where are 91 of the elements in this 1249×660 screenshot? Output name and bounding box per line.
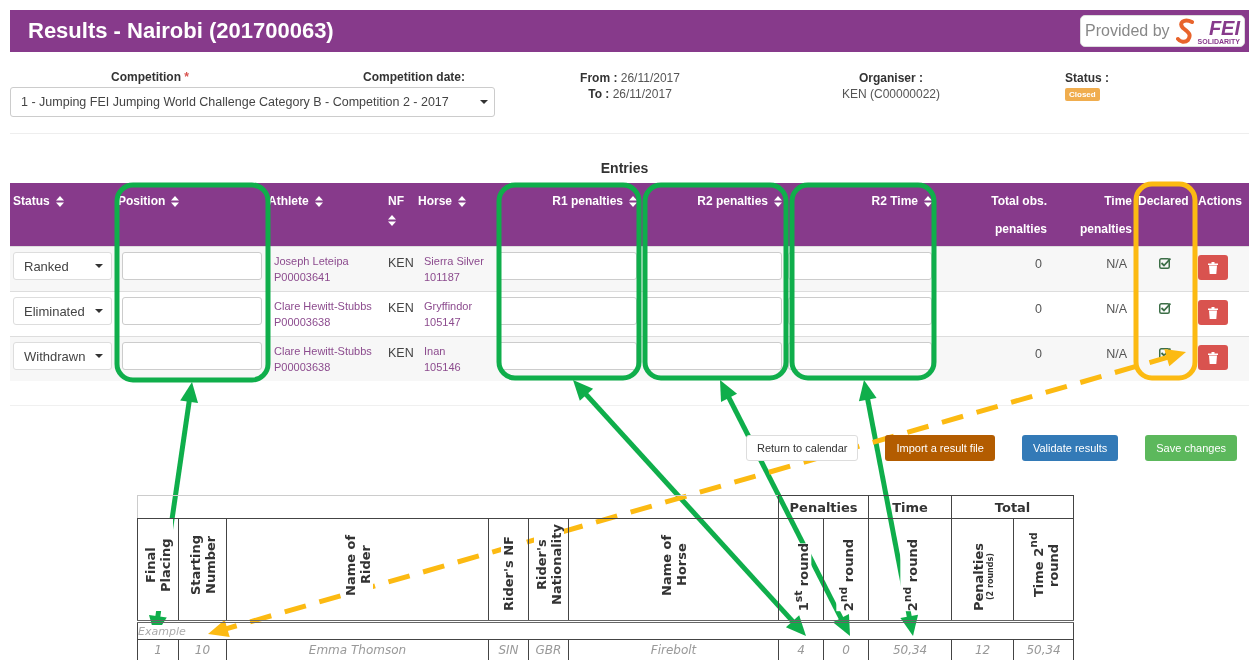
column-header: Time penalties bbox=[1050, 183, 1135, 246]
example-value: GBR bbox=[535, 643, 562, 657]
delete-button[interactable] bbox=[1198, 255, 1228, 280]
sort-icon[interactable] bbox=[458, 195, 466, 207]
example-value: Firebolt bbox=[650, 643, 697, 657]
athlete-link[interactable]: Clare Hewitt-Stubbs bbox=[274, 300, 372, 312]
swirl-logo-icon bbox=[1175, 18, 1196, 44]
sort-icon[interactable] bbox=[55, 195, 64, 207]
athlete-id-link[interactable]: P00003638 bbox=[274, 361, 331, 373]
sort-icon[interactable] bbox=[171, 195, 180, 207]
page-title: Results - Nairobi (201700063) bbox=[28, 18, 334, 44]
nf-text: KEN bbox=[388, 300, 414, 315]
r2-time-input[interactable] bbox=[788, 252, 932, 280]
competition-date-label: Competition date: bbox=[363, 70, 465, 84]
horse-id-link[interactable]: 105146 bbox=[424, 361, 461, 373]
sort-icon[interactable] bbox=[774, 195, 782, 207]
example-value: 4 bbox=[797, 643, 805, 657]
status-badge: Closed bbox=[1065, 88, 1100, 101]
column-header[interactable]: Status bbox=[10, 183, 115, 246]
column-heading: Penalties bbox=[970, 542, 986, 611]
position-input[interactable] bbox=[122, 342, 262, 370]
total-penalties-value: 0 bbox=[1035, 257, 1042, 271]
organiser-label: Organiser : bbox=[858, 70, 924, 86]
example-value: 0 bbox=[842, 643, 850, 657]
athlete-link[interactable]: Joseph Leteipa bbox=[274, 255, 349, 267]
time-penalties-value: N/A bbox=[1106, 347, 1127, 361]
caret-icon bbox=[480, 100, 488, 104]
horse-link[interactable]: Gryffindor bbox=[424, 300, 473, 312]
example-value: 12 bbox=[974, 643, 991, 657]
r2-time-input[interactable] bbox=[788, 342, 932, 370]
total-penalties-value: 0 bbox=[1035, 347, 1042, 361]
time-penalties-value: N/A bbox=[1106, 257, 1127, 271]
column-heading: Final Placing bbox=[143, 519, 173, 611]
logo-text: FEI bbox=[1208, 17, 1240, 38]
delete-button[interactable] bbox=[1198, 300, 1228, 325]
column-note: (2 rounds) bbox=[985, 553, 995, 601]
example-value: SIN bbox=[498, 643, 519, 657]
status-dropdown[interactable]: Eliminated bbox=[13, 297, 112, 325]
horse-id-link[interactable]: 105147 bbox=[424, 316, 461, 328]
total-penalties-value: 0 bbox=[1035, 302, 1042, 316]
to-date: To : 26/11/2017 bbox=[587, 86, 673, 102]
position-input[interactable] bbox=[122, 297, 262, 325]
action-button[interactable]: Return to calendar bbox=[745, 435, 859, 461]
section-title: Entries bbox=[599, 160, 650, 178]
status-label: Status : bbox=[1065, 70, 1110, 86]
competition-dropdown[interactable]: 1 - Jumping FEI Jumping World Challenge Category B - Competition 2 - 2017 bbox=[10, 87, 495, 117]
horse-link[interactable]: Inan bbox=[424, 345, 446, 357]
column-header: Total obs. penalties bbox=[935, 183, 1050, 246]
sort-icon[interactable] bbox=[924, 195, 932, 207]
from-date: From : 26/11/2017 bbox=[579, 70, 681, 86]
competition-label: Competition * bbox=[110, 70, 190, 84]
status-dropdown[interactable]: Withdrawn bbox=[13, 342, 112, 370]
example-value: 10 bbox=[194, 643, 211, 657]
caret-icon bbox=[95, 264, 103, 268]
action-button[interactable]: Validate results bbox=[1021, 435, 1119, 461]
column-header[interactable]: Horse bbox=[415, 183, 495, 246]
column-header[interactable]: Athlete bbox=[265, 183, 385, 246]
group-heading: Total bbox=[994, 499, 1031, 515]
organiser-value: KEN (C00000022) bbox=[840, 86, 942, 102]
example-value: 50,34 bbox=[1026, 643, 1061, 657]
athlete-link[interactable]: Clare Hewitt-Stubbs bbox=[274, 345, 372, 357]
action-button[interactable]: Import a result file bbox=[885, 435, 995, 461]
example-label: Example bbox=[138, 625, 186, 638]
trash-icon bbox=[1208, 351, 1218, 364]
sort-icon[interactable] bbox=[629, 195, 637, 207]
position-input[interactable] bbox=[122, 252, 262, 280]
example-value: Emma Thomson bbox=[308, 643, 407, 657]
group-heading: Time bbox=[892, 499, 928, 515]
athlete-id-link[interactable]: P00003638 bbox=[274, 316, 331, 328]
example-value: 50,34 bbox=[892, 643, 928, 657]
delete-button[interactable] bbox=[1198, 345, 1228, 370]
nf-text: KEN bbox=[388, 255, 414, 270]
horse-id-link[interactable]: 101187 bbox=[424, 271, 460, 283]
group-heading: Penalties bbox=[789, 499, 858, 515]
r2-time-input[interactable] bbox=[788, 297, 932, 325]
provider-label: Provided by bbox=[1085, 22, 1170, 40]
time-penalties-value: N/A bbox=[1106, 302, 1127, 316]
status-dropdown[interactable]: Ranked bbox=[13, 252, 112, 280]
example-value: 1 bbox=[154, 643, 162, 657]
caret-icon bbox=[95, 354, 103, 358]
column-heading: Rider's NF bbox=[501, 536, 516, 611]
trash-icon bbox=[1208, 261, 1218, 274]
horse-link[interactable]: Sierra Silver bbox=[424, 255, 484, 267]
caret-icon bbox=[95, 309, 103, 313]
column-header[interactable]: NF bbox=[385, 183, 415, 246]
nf-text: KEN bbox=[388, 345, 414, 360]
sort-icon[interactable] bbox=[314, 195, 323, 207]
column-header: Actions bbox=[1195, 183, 1249, 246]
athlete-id-link[interactable]: P00003641 bbox=[274, 271, 331, 283]
trash-icon bbox=[1208, 306, 1218, 319]
sort-icon[interactable] bbox=[388, 215, 396, 226]
